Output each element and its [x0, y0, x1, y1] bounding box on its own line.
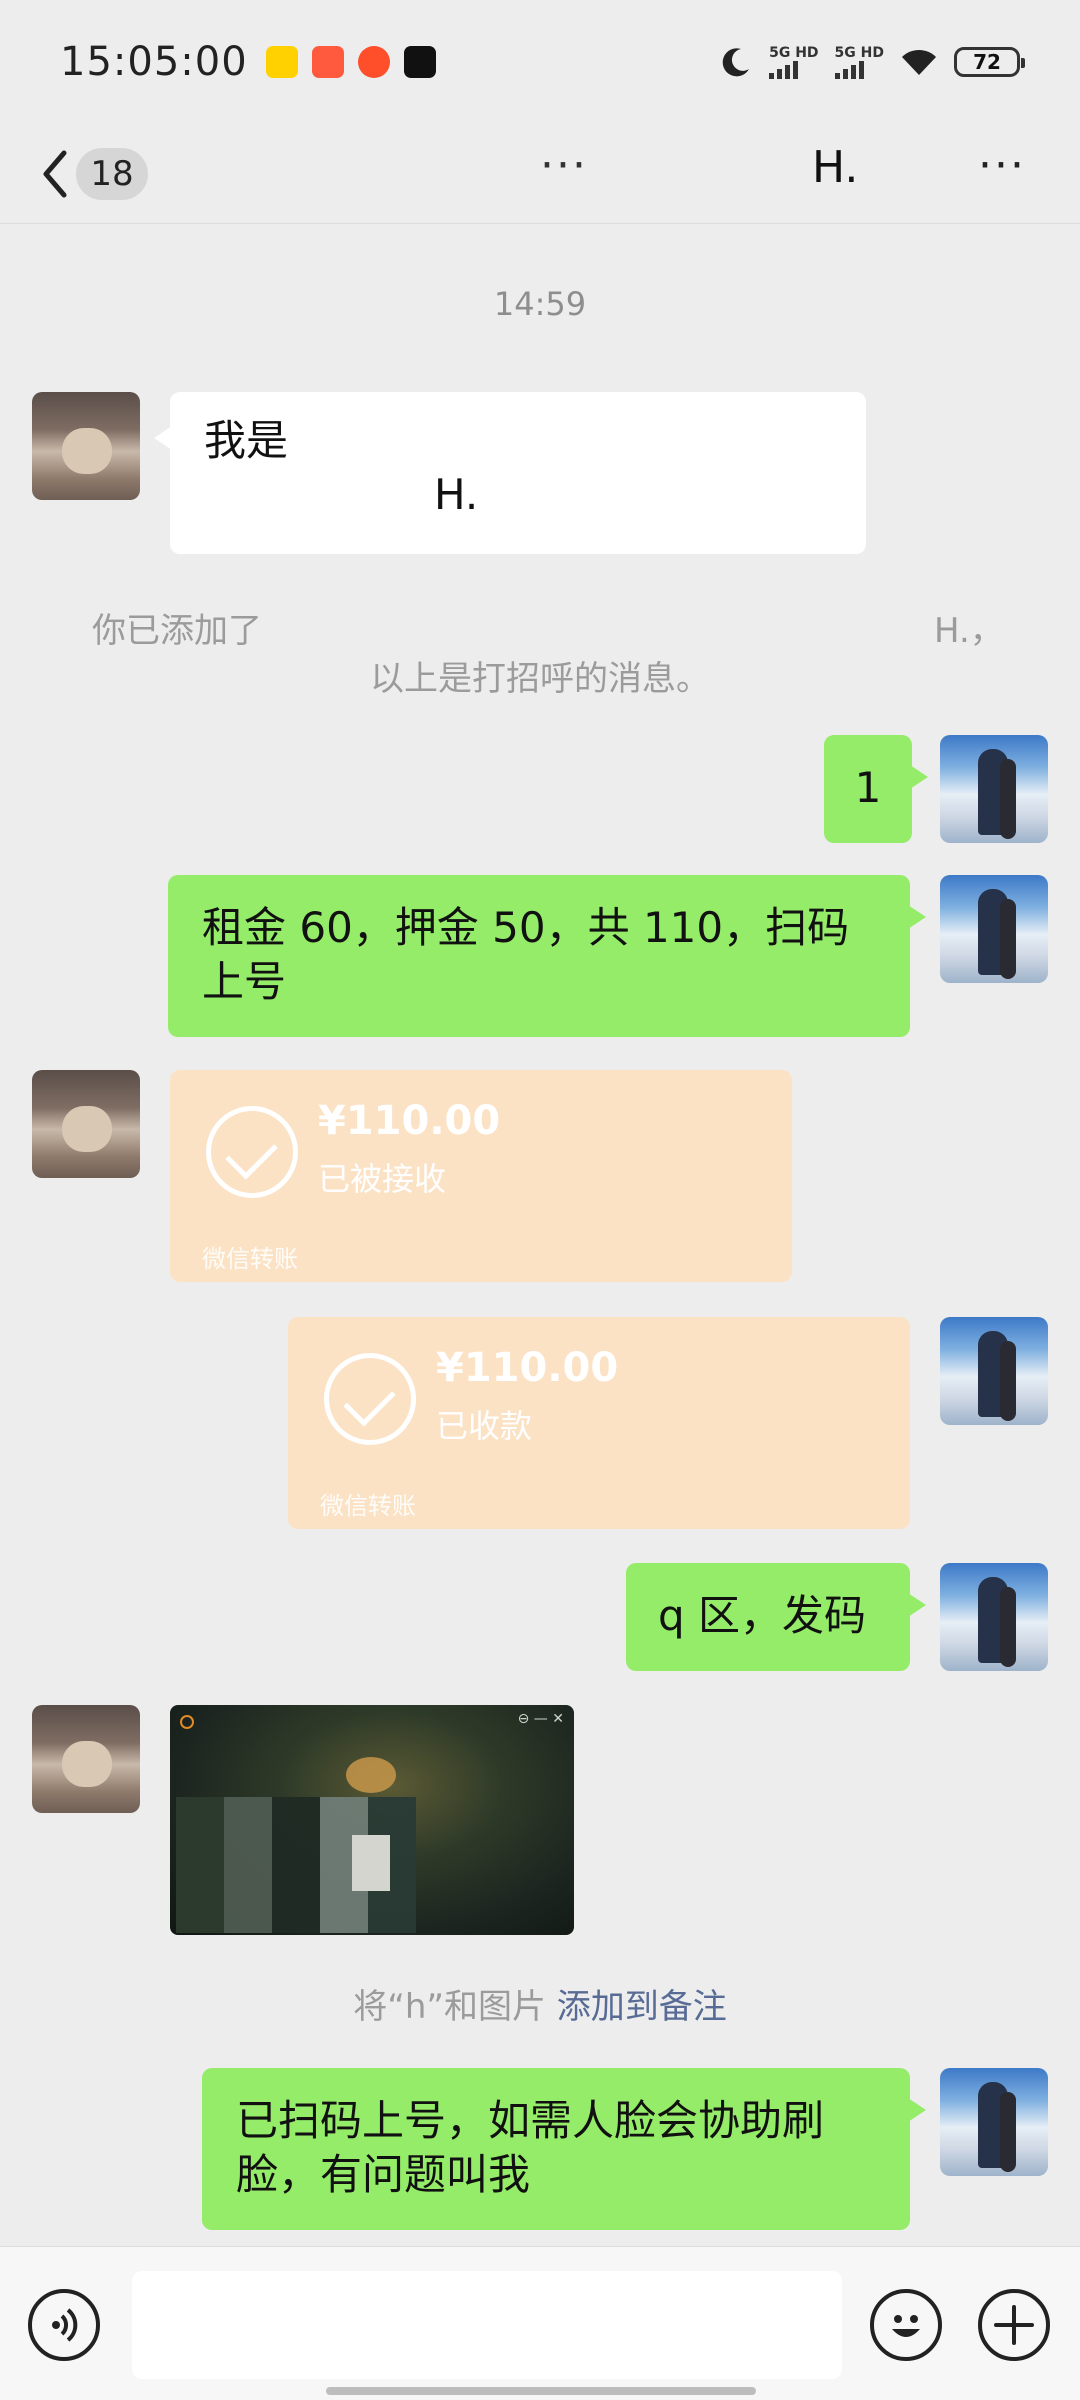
contact-avatar[interactable] — [32, 392, 140, 500]
mosaic-block — [352, 1835, 390, 1891]
chevron-left-icon — [43, 150, 67, 198]
voice-button[interactable] — [28, 2289, 100, 2361]
tiktok-icon — [403, 46, 436, 78]
transfer-status: 已被接收 — [318, 1160, 447, 1198]
signal-1: 5G HD — [769, 45, 819, 79]
my-avatar[interactable] — [940, 1317, 1048, 1425]
emoji-icon — [892, 2315, 920, 2337]
emoji-button[interactable] — [870, 2289, 942, 2361]
xiaohongshu-icon — [311, 46, 344, 78]
message-input[interactable] — [132, 2271, 842, 2379]
greeting-line-1: 我是 — [204, 416, 289, 465]
signal-bars-icon — [769, 60, 799, 79]
image-message[interactable]: ⊖ — ✕ — [170, 1705, 574, 1935]
status-time: 15:05:00 — [60, 39, 248, 85]
transfer-card-received[interactable]: ¥110.00 已被接收 微信转账 — [170, 1070, 792, 1282]
chat-title[interactable]: H. — [812, 142, 858, 193]
signal-2: 5G HD — [834, 45, 884, 79]
contact-avatar[interactable] — [32, 1070, 140, 1178]
system-added-name: H.， — [934, 611, 1004, 651]
status-bar: 15:05:00 5G HD 5G HD 72 — [0, 0, 1080, 124]
home-indicator[interactable] — [326, 2387, 756, 2395]
typing-indicator: ··· — [540, 140, 588, 191]
my-avatar[interactable] — [940, 1563, 1048, 1671]
message-bubble-greeting[interactable]: 我是 H. — [154, 392, 866, 554]
plus-icon — [994, 2305, 1034, 2345]
time-divider: 14:59 — [493, 285, 587, 323]
transfer-label: 微信转账 — [202, 1245, 298, 1273]
remark-hint-text: 将“h”和图片 — [353, 1987, 546, 2027]
my-avatar[interactable] — [940, 735, 1048, 843]
transfer-amount: ¥110.00 — [436, 1345, 619, 1391]
back-button[interactable]: 18 — [40, 146, 148, 202]
message-bubble-1[interactable]: 1 — [824, 735, 928, 843]
battery-level: 72 — [973, 50, 1001, 74]
notification-icons — [265, 46, 436, 78]
message-bubble-2[interactable]: 租金 60，押金 50，共 110，扫码上号 — [168, 875, 926, 1037]
game-scene — [346, 1757, 396, 1793]
my-avatar[interactable] — [940, 875, 1048, 983]
input-bar — [0, 2246, 1080, 2400]
moon-icon — [722, 48, 750, 77]
message-list[interactable]: 14:59 我是 H. 你已添加了 H.， 以上是打招呼的消息。 1 租金 60… — [0, 225, 1080, 2245]
transfer-status: 已收款 — [436, 1407, 533, 1445]
app-logo-icon — [180, 1715, 194, 1729]
system-added-prefix: 你已添加了 — [92, 611, 262, 651]
transfer-label: 微信转账 — [320, 1492, 416, 1520]
add-to-remark-link[interactable]: 添加到备注 — [557, 1987, 727, 2027]
contact-avatar[interactable] — [32, 1705, 140, 1813]
my-avatar[interactable] — [940, 2068, 1048, 2176]
chat-header: 18 ··· H. ··· — [0, 124, 1080, 224]
signal-bars-icon — [834, 60, 864, 79]
window-controls-icon: ⊖ — ✕ — [517, 1711, 564, 1727]
check-circle-icon — [324, 1353, 416, 1445]
check-circle-icon — [206, 1106, 298, 1198]
meituan-icon — [265, 46, 298, 78]
greeting-line-2: H. — [434, 470, 479, 519]
message-bubble-4[interactable]: 已扫码上号，如需人脸会协助刷脸，有问题叫我 — [202, 2068, 926, 2230]
voice-icon — [52, 2308, 78, 2342]
system-greeting-note: 以上是打招呼的消息。 — [370, 659, 710, 699]
transfer-amount: ¥110.00 — [318, 1098, 501, 1144]
transfer-card-collected[interactable]: ¥110.00 已收款 微信转账 — [288, 1317, 910, 1529]
wifi-icon — [902, 49, 936, 75]
more-functions-button[interactable] — [978, 2289, 1050, 2361]
remark-hint: 将“h”和图片 添加到备注 — [0, 1979, 1080, 2028]
more-options-button[interactable]: ··· — [978, 140, 1026, 191]
unread-count-badge: 18 — [76, 148, 148, 200]
battery-icon: 72 — [954, 47, 1025, 77]
message-bubble-3[interactable]: q 区，发码 — [626, 1563, 926, 1671]
taobao-icon — [357, 46, 390, 78]
